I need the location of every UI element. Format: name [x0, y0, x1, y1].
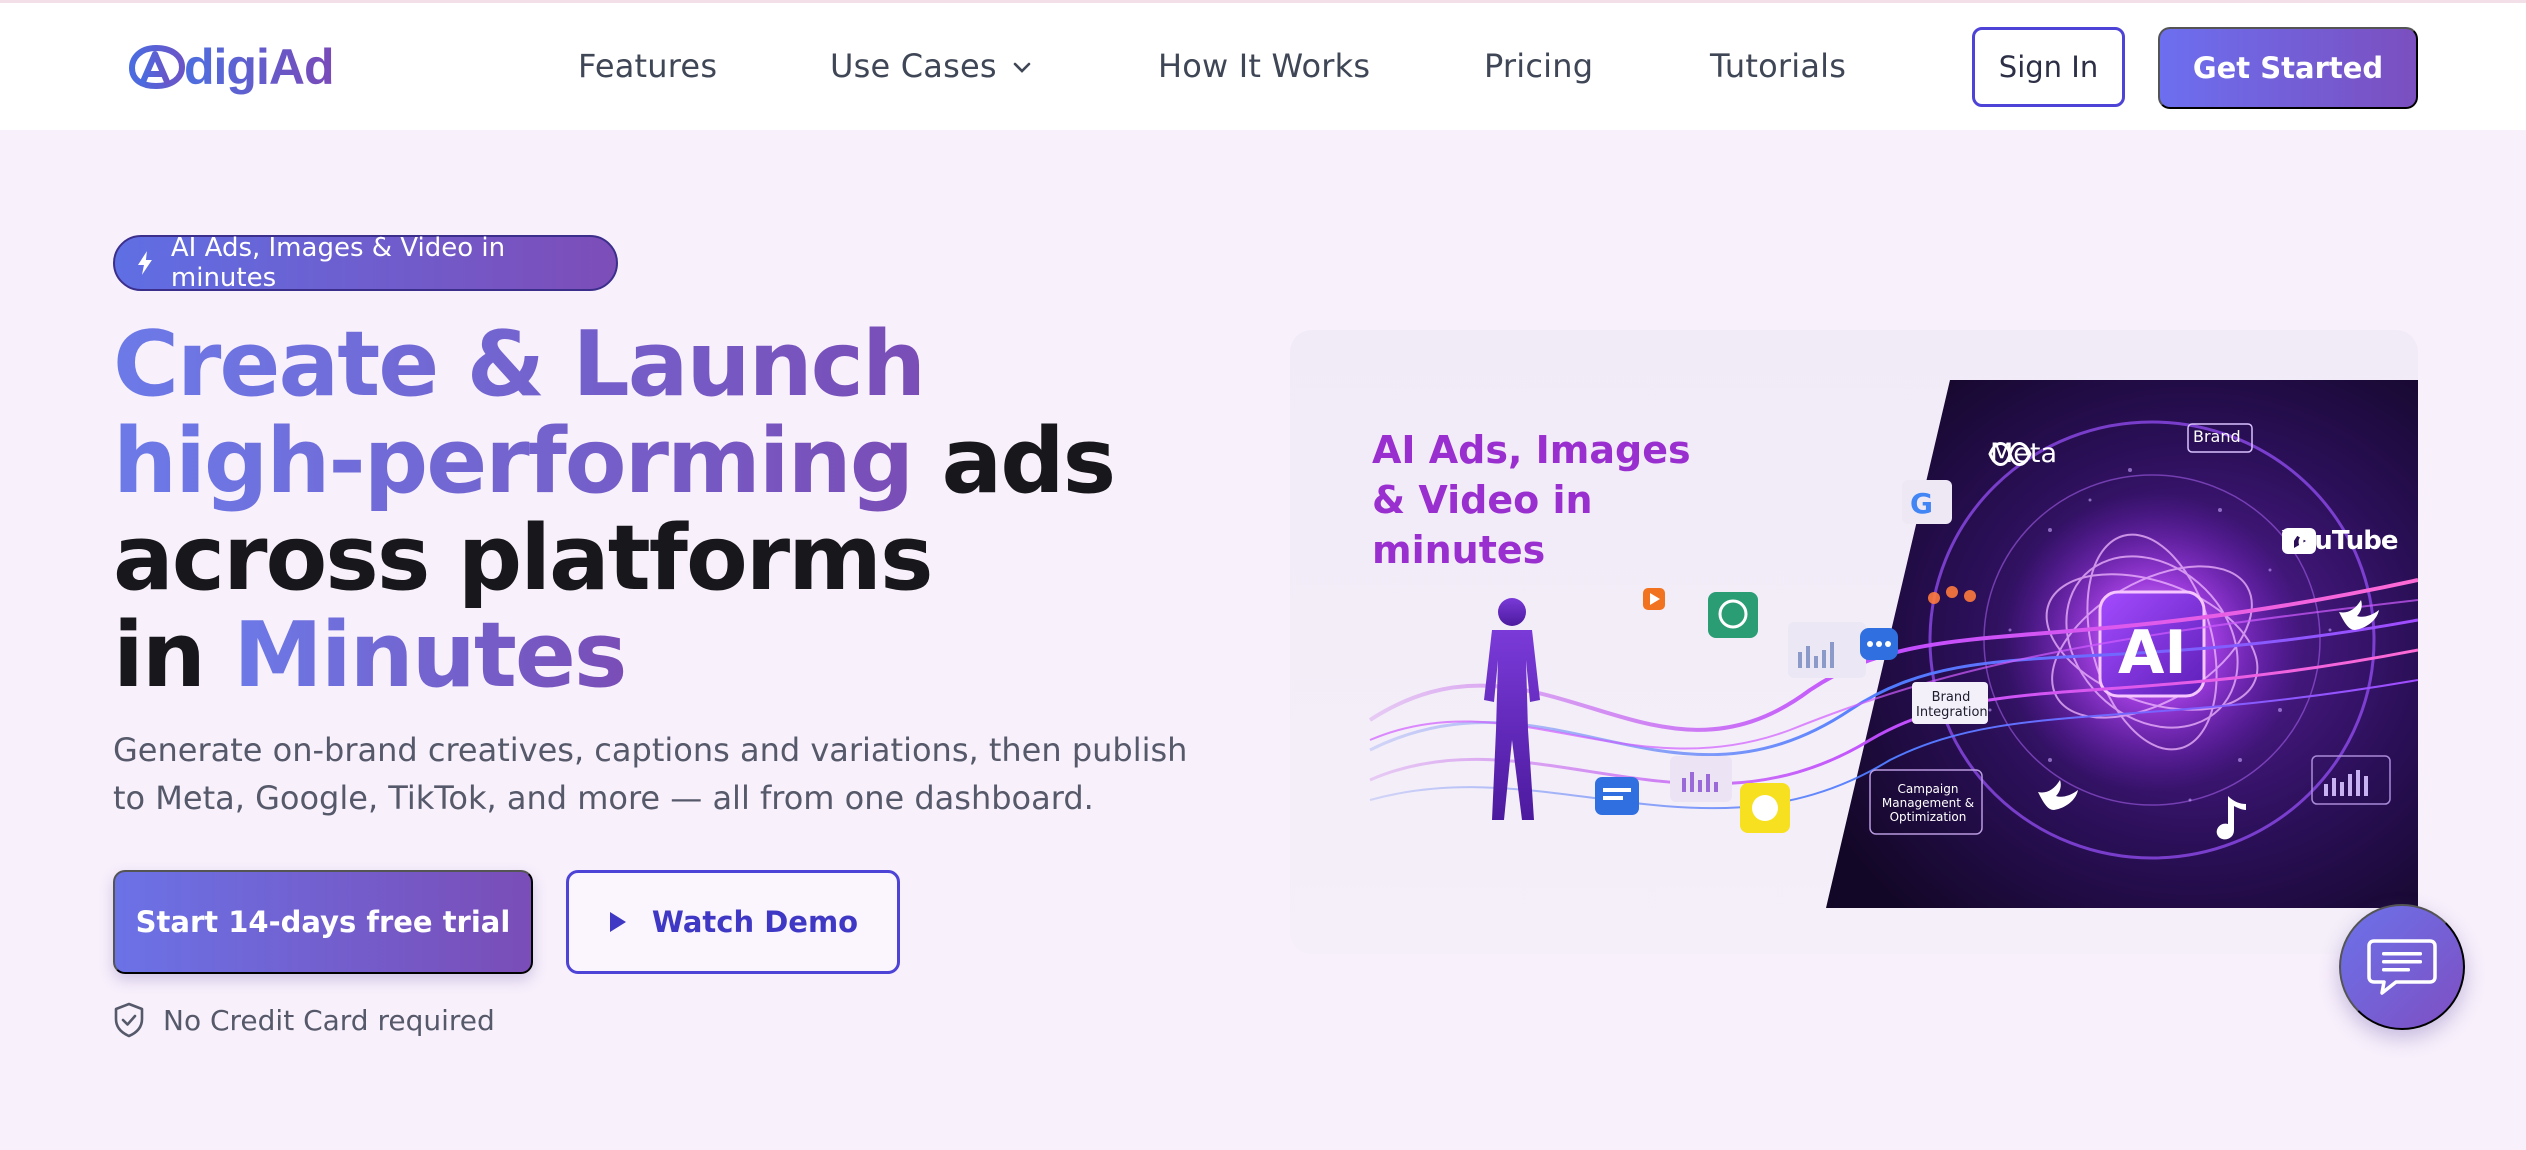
brand-tag-label: Brand: [2193, 427, 2241, 446]
chat-icon: [2367, 939, 2437, 995]
headline-line-4-start: in: [113, 603, 234, 708]
nav-tutorials[interactable]: Tutorials: [1710, 47, 1846, 85]
nav-how-it-works[interactable]: How It Works: [1158, 47, 1370, 85]
nav-pricing[interactable]: Pricing: [1484, 47, 1593, 85]
svg-text:G: G: [1910, 487, 1933, 520]
hero-headline: Create & Launch high-performing ads acro…: [113, 316, 1116, 704]
logo-icon: [128, 44, 186, 90]
shield-check-icon: [114, 1002, 144, 1038]
get-started-button[interactable]: Get Started: [2158, 27, 2418, 109]
headline-line-2-rest: ads: [912, 409, 1116, 514]
youtube-label: YouTube: [2282, 526, 2398, 556]
nav-use-cases-label: Use Cases: [830, 47, 997, 85]
hero-illustration-art: G: [1368, 380, 2418, 908]
watch-demo-label: Watch Demo: [651, 905, 859, 939]
nav-features[interactable]: Features: [578, 47, 717, 85]
meta-label: Meta: [1990, 438, 2058, 469]
nav-use-cases[interactable]: Use Cases: [830, 47, 1033, 85]
ai-chip-label: AI: [2118, 618, 2187, 688]
top-navbar: digiAd Features Use Cases How It Works P…: [0, 3, 2526, 130]
no-credit-card-note: No Credit Card required: [113, 1002, 495, 1038]
hero-badge-text: AI Ads, Images & Video in minutes: [170, 233, 506, 293]
start-trial-button[interactable]: Start 14-days free trial: [113, 870, 533, 974]
campaign-management-label: Campaign Management & Optimization: [1881, 782, 1975, 824]
headline-line-3: across platforms: [113, 506, 934, 611]
chat-widget-button[interactable]: [2339, 904, 2465, 1030]
hero-image-title: AI Ads, Images & Video in minutes: [1372, 428, 1691, 572]
hero-subtext: Generate on-brand creatives, captions an…: [113, 731, 1188, 817]
chevron-down-icon: [1013, 62, 1031, 73]
headline-line-4-highlight: Minutes: [233, 603, 627, 708]
brand-logo[interactable]: digiAd: [128, 37, 335, 97]
watch-demo-button[interactable]: Watch Demo: [566, 870, 900, 974]
sign-in-button[interactable]: Sign In: [1972, 27, 2125, 107]
hero-badge: AI Ads, Images & Video in minutes: [113, 233, 618, 293]
no-credit-card-text: No Credit Card required: [163, 1003, 495, 1037]
headline-line-2-highlight: high-performing: [113, 409, 914, 514]
brand-name: digiAd: [184, 39, 335, 95]
headline-line-1: Create & Launch: [113, 312, 926, 417]
play-icon: [609, 912, 626, 932]
lightning-icon: [137, 251, 152, 275]
hero-illustration: G AI Ads, Images & Video in minutes Meta…: [1290, 330, 2418, 954]
brand-integration-label: Brand Integration: [1916, 690, 1988, 720]
